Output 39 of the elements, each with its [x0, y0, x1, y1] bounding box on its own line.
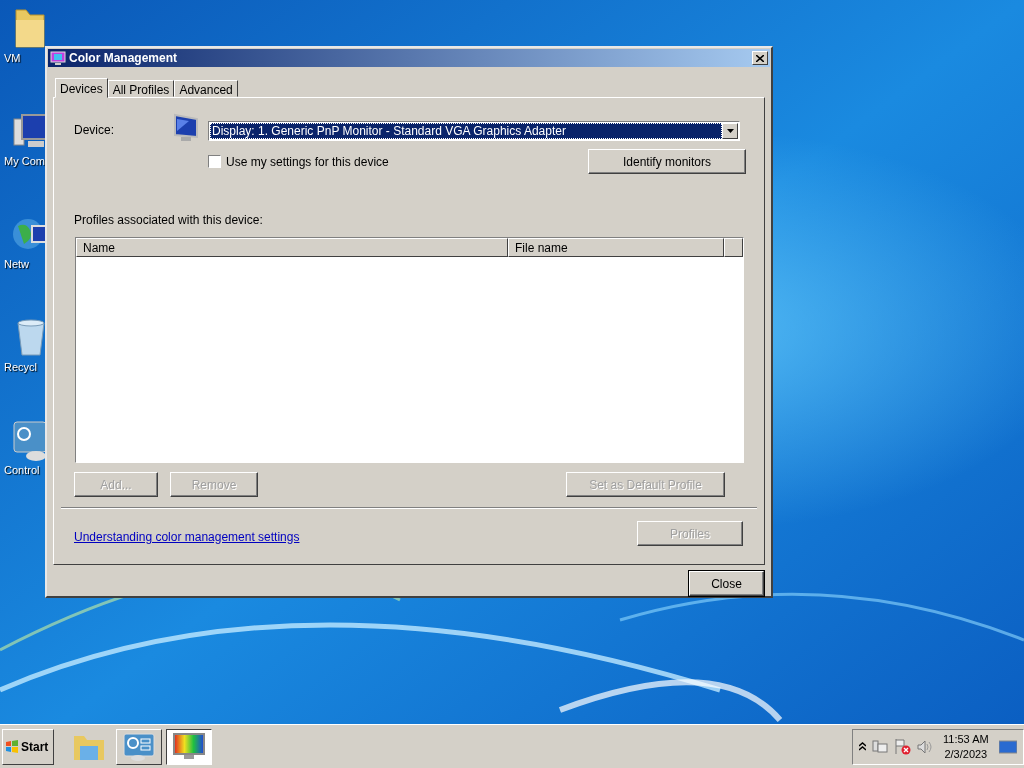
folder-icon [12, 6, 48, 50]
desktop-icon-label[interactable]: Recycl [4, 361, 37, 373]
device-label: Device: [74, 122, 115, 137]
checkbox-label[interactable]: Use my settings for this device [226, 154, 389, 169]
help-link[interactable]: Understanding color management settings [74, 529, 300, 544]
flag-icon[interactable] [894, 738, 911, 755]
control-panel-icon [122, 731, 156, 762]
tab[interactable]: All Profiles [107, 80, 175, 97]
color-monitor-icon [50, 50, 66, 66]
checkbox[interactable] [208, 155, 221, 168]
start-button[interactable]: Start [2, 728, 54, 765]
column-header[interactable]: File name [508, 238, 724, 257]
device-dropdown[interactable]: Display: 1. Generic PnP Monitor - Standard VGA Graphics Adapter [208, 121, 740, 141]
chevron-up-icon[interactable] [859, 742, 866, 751]
desktop-icon-label[interactable]: Control [4, 464, 40, 476]
windows-logo-icon [5, 739, 19, 754]
tab[interactable]: Devices [55, 78, 108, 98]
tab[interactable]: Advanced [174, 80, 238, 97]
close-button[interactable]: Close [689, 571, 764, 596]
dropdown-arrow-icon [726, 129, 734, 133]
speaker-icon[interactable] [917, 738, 933, 755]
close-icon [756, 54, 764, 62]
column-header[interactable]: Name [76, 238, 508, 257]
clock-date: 2/3/2023 [944, 746, 988, 762]
monitor-icon [171, 113, 199, 143]
taskbar-button[interactable] [166, 728, 212, 765]
clock[interactable]: 11:53 AM 2/3/2023 [943, 731, 989, 762]
desktop-icon-label[interactable]: My Com [4, 155, 45, 167]
show-desktop-icon[interactable] [998, 739, 1017, 754]
window-title: Color Management [69, 51, 177, 65]
desktop-icon-label[interactable]: VM [4, 52, 21, 64]
dropdown-value: Display: 1. Generic PnP Monitor - Standard VGA Graphics Adapter [210, 123, 722, 139]
close-button[interactable] [752, 51, 768, 65]
desktop-icon-label[interactable]: Netw [4, 258, 30, 270]
network-icon[interactable] [872, 738, 888, 755]
clock-time: 11:53 AM [943, 731, 989, 747]
identify-monitors-button[interactable]: Identify monitors [588, 149, 746, 174]
profiles-label: Profiles associated with this device: [74, 213, 264, 227]
color-monitor-icon [172, 731, 206, 762]
